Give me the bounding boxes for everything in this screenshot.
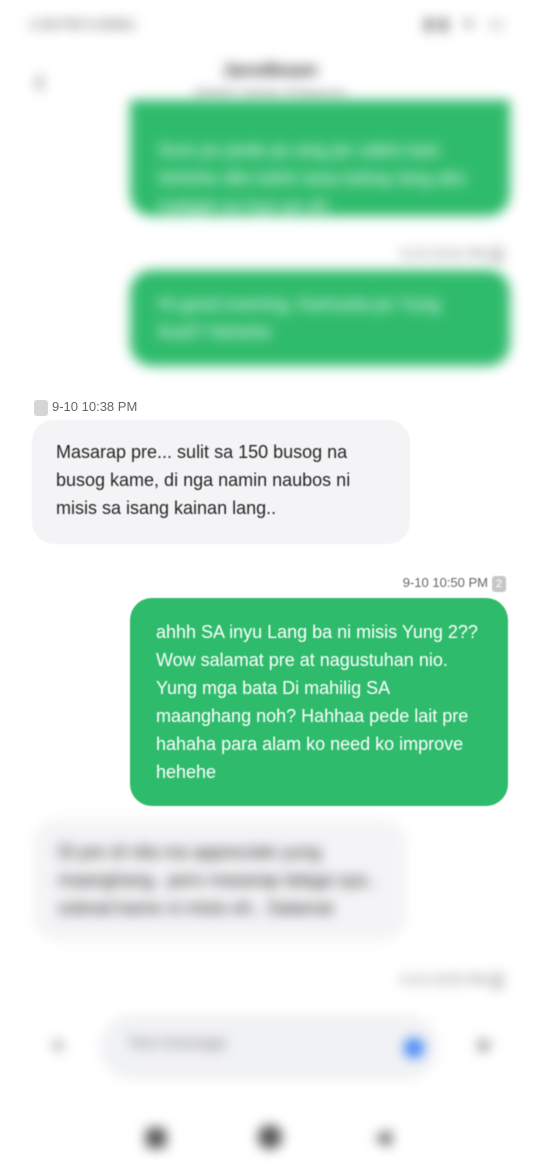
message-bubble-outgoing[interactable]: Hi good evening, Kamusta po Yung food? H… (130, 270, 510, 366)
status-icons: ▮▮ ▾ ▭ (424, 16, 510, 33)
message-timestamp: 9-10 10:31 PM 2 (401, 246, 504, 263)
message-timestamp: 9-10 10:50 PM 2 (403, 575, 506, 592)
back-icon[interactable]: ◀ (374, 1124, 391, 1150)
message-bubble-incoming[interactable]: Di pre di nila ma appreciate yung maangh… (34, 820, 406, 940)
home-icon[interactable] (258, 1125, 282, 1149)
message-text: Hi good evening, Kamusta po Yung food? H… (158, 294, 440, 342)
contact-subtitle: SMART Mobile Philippines (193, 86, 347, 101)
message-text: Masarap pre... sulit sa 150 busog na bus… (56, 442, 351, 518)
message-bubble-outgoing[interactable]: Sure po pede po ang pic sakto kasi heheh… (130, 100, 510, 216)
contact-name[interactable]: Jaredbeam (0, 60, 540, 81)
message-text: Di pre di nila ma appreciate yung maangh… (58, 842, 377, 918)
plus-icon[interactable]: + (40, 1028, 76, 1064)
message-bubble-outgoing[interactable]: ahhh SA inyu Lang ba ni misis Yung 2?? W… (130, 598, 508, 806)
status-bar: 2:49 PM 0.0KB/s ▮▮ ▾ ▭ (0, 0, 540, 52)
message-timestamp: 9-10 10:55 PM 2 (401, 972, 504, 989)
message-timestamp: 9-10 10:38 PM (34, 399, 137, 416)
status-time: 2:49 PM 0.0KB/s (30, 16, 136, 32)
message-input[interactable] (126, 1034, 390, 1054)
message-text: Sure po pede po ang pic sakto kasi heheh… (158, 140, 467, 216)
sim-badge: 2 (492, 575, 506, 592)
system-navigation-bar: ◀ (0, 1110, 540, 1170)
sim-icon (34, 399, 48, 416)
emoji-icon[interactable] (404, 1038, 424, 1058)
message-text: ahhh SA inyu Lang ba ni misis Yung 2?? W… (156, 622, 478, 782)
message-bubble-incoming[interactable]: Masarap pre... sulit sa 150 busog na bus… (32, 420, 410, 544)
send-icon[interactable]: ➤ (466, 1028, 502, 1064)
recents-icon[interactable] (146, 1128, 166, 1148)
